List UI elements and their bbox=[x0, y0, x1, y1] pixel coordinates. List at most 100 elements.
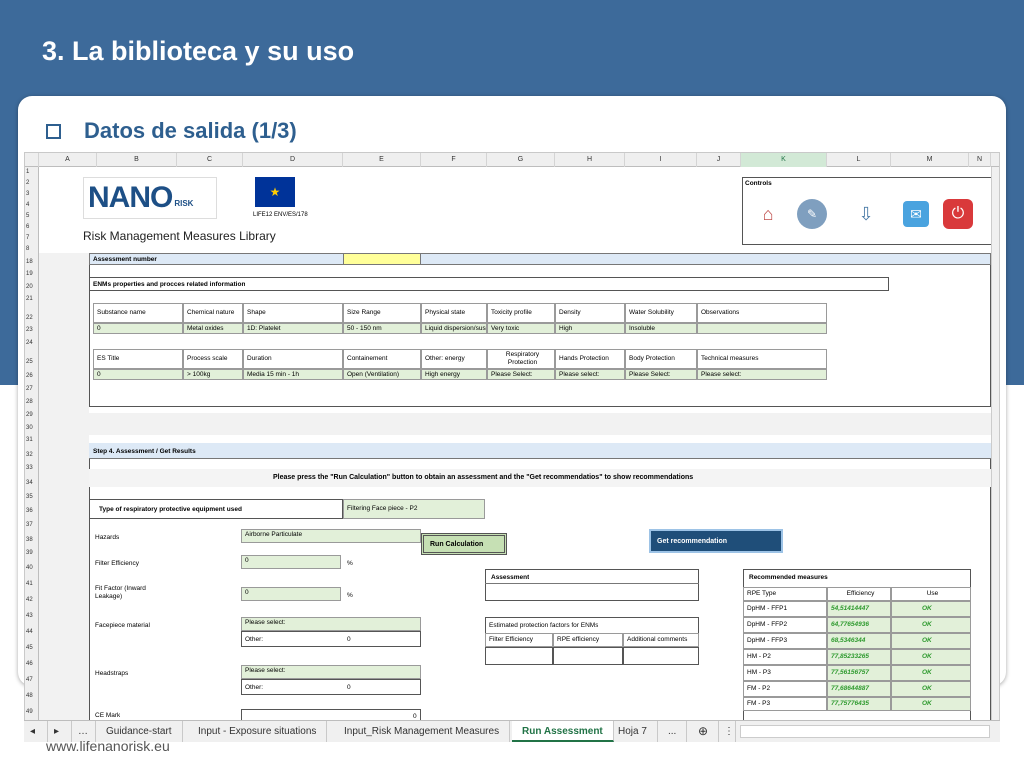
tab-input-exposure[interactable]: Input - Exposure situations bbox=[188, 721, 328, 742]
row-header[interactable]: 26 bbox=[25, 373, 39, 379]
filter-efficiency-input[interactable]: 0 bbox=[241, 555, 341, 569]
tab-hoja-7[interactable]: Hoja 7 bbox=[608, 721, 658, 742]
row-header[interactable]: 20 bbox=[25, 284, 39, 290]
row-header[interactable]: 7 bbox=[25, 235, 39, 241]
row-header[interactable]: 3 bbox=[25, 191, 39, 197]
vertical-scrollbar[interactable] bbox=[991, 167, 999, 739]
table2-cell[interactable]: Media 15 min - 1h bbox=[243, 369, 343, 380]
table2-cell[interactable]: > 100kg bbox=[183, 369, 243, 380]
table1-cell[interactable] bbox=[697, 323, 827, 334]
tab-input-rmm[interactable]: Input_Risk Management Measures bbox=[334, 721, 511, 742]
row-header[interactable]: 30 bbox=[25, 425, 39, 431]
headstraps-other-value[interactable]: 0 bbox=[347, 683, 351, 692]
row-header[interactable]: 41 bbox=[25, 581, 39, 587]
row-header[interactable]: 40 bbox=[25, 565, 39, 571]
row-header[interactable]: 4 bbox=[25, 202, 39, 208]
column-header-a[interactable]: A bbox=[39, 153, 97, 167]
row-header[interactable]: 45 bbox=[25, 645, 39, 651]
spreadsheet[interactable]: A B C D E F G H I J K L M N 1 2 3 4 5 6 … bbox=[24, 152, 1000, 740]
headstraps-select[interactable]: Please select: bbox=[241, 665, 421, 679]
row-header[interactable]: 35 bbox=[25, 494, 39, 500]
row-header[interactable]: 2 bbox=[25, 180, 39, 186]
column-header-m[interactable]: M bbox=[891, 153, 969, 167]
row-header[interactable]: 21 bbox=[25, 296, 39, 302]
respiratory-select[interactable]: Filtering Face piece - P2 bbox=[343, 499, 485, 519]
table2-cell[interactable]: Please select: bbox=[555, 369, 625, 380]
row-header[interactable]: 42 bbox=[25, 597, 39, 603]
table1-cell[interactable]: Metal oxides bbox=[183, 323, 243, 334]
table2-cell[interactable]: Please select: bbox=[697, 369, 827, 380]
get-recommendation-button[interactable]: Get recommendation bbox=[649, 529, 783, 553]
row-header[interactable]: 33 bbox=[25, 465, 39, 471]
row-header[interactable]: 43 bbox=[25, 613, 39, 619]
row-header[interactable]: 49 bbox=[25, 709, 39, 715]
column-header-b[interactable]: B bbox=[97, 153, 177, 167]
fit-factor-input[interactable]: 0 bbox=[241, 587, 341, 601]
row-header[interactable]: 47 bbox=[25, 677, 39, 683]
column-header-e[interactable]: E bbox=[343, 153, 421, 167]
table2-cell[interactable]: Please Select: bbox=[625, 369, 697, 380]
horizontal-scrollbar[interactable] bbox=[740, 725, 990, 738]
column-header-d[interactable]: D bbox=[243, 153, 343, 167]
facepiece-other-value[interactable]: 0 bbox=[347, 635, 351, 644]
facepiece-select[interactable]: Please select: bbox=[241, 617, 421, 631]
table2-cell[interactable]: High energy bbox=[421, 369, 487, 380]
table1-cell[interactable]: 50 - 150 nm bbox=[343, 323, 421, 334]
row-header[interactable]: 27 bbox=[25, 386, 39, 392]
row-header[interactable]: 24 bbox=[25, 340, 39, 346]
tutorial-icon[interactable]: ✎ bbox=[797, 199, 827, 229]
row-header[interactable]: 8 bbox=[25, 246, 39, 252]
home-icon[interactable]: ⌂ bbox=[753, 199, 783, 229]
row-header[interactable]: 5 bbox=[25, 213, 39, 219]
row-header[interactable]: 39 bbox=[25, 550, 39, 556]
column-header-k[interactable]: K bbox=[741, 153, 827, 167]
row-header[interactable]: 38 bbox=[25, 537, 39, 543]
tab-run-assessment[interactable]: Run Assessment bbox=[512, 721, 614, 742]
column-header-l[interactable]: L bbox=[827, 153, 891, 167]
row-header[interactable]: 22 bbox=[25, 315, 39, 321]
column-header-g[interactable]: G bbox=[487, 153, 555, 167]
row-header[interactable]: 32 bbox=[25, 452, 39, 458]
column-header-n[interactable]: N bbox=[969, 153, 991, 167]
row-header[interactable]: 18 bbox=[25, 259, 39, 265]
table1-cell[interactable]: High bbox=[555, 323, 625, 334]
table1-cell[interactable]: 0 bbox=[93, 323, 183, 334]
row-header[interactable]: 48 bbox=[25, 693, 39, 699]
table2-cell[interactable]: Please Select: bbox=[487, 369, 555, 380]
run-calculation-button[interactable]: Run Calculation bbox=[421, 533, 507, 555]
table1-cell[interactable]: Insoluble bbox=[625, 323, 697, 334]
column-header-f[interactable]: F bbox=[421, 153, 487, 167]
row-header[interactable]: 37 bbox=[25, 522, 39, 528]
select-all-corner[interactable] bbox=[25, 153, 39, 167]
download-icon[interactable]: ⇩ bbox=[851, 199, 881, 229]
row-header[interactable]: 23 bbox=[25, 327, 39, 333]
row-header[interactable]: 6 bbox=[25, 224, 39, 230]
column-header-c[interactable]: C bbox=[177, 153, 243, 167]
email-icon[interactable]: ✉ bbox=[903, 201, 929, 227]
table2-cell[interactable]: 0 bbox=[93, 369, 183, 380]
column-header-h[interactable]: H bbox=[555, 153, 625, 167]
table1-cell[interactable]: Liquid dispersion/susp. bbox=[421, 323, 487, 334]
table2-cell[interactable]: Open (Ventilation) bbox=[343, 369, 421, 380]
power-icon[interactable]: ⏻ bbox=[943, 199, 973, 229]
hazards-select[interactable]: Airborne Particulate bbox=[241, 529, 421, 543]
table1-cell[interactable]: Very toxic bbox=[487, 323, 555, 334]
row-header[interactable]: 28 bbox=[25, 399, 39, 405]
tab-more-right[interactable]: ... bbox=[658, 721, 688, 742]
column-header-j[interactable]: J bbox=[697, 153, 741, 167]
row-header[interactable]: 31 bbox=[25, 437, 39, 443]
row-header[interactable]: 44 bbox=[25, 629, 39, 635]
tab-split-handle[interactable]: ⋮ bbox=[720, 721, 736, 742]
add-sheet-icon[interactable]: ⊕ bbox=[688, 721, 720, 742]
row-header[interactable]: 19 bbox=[25, 271, 39, 277]
row-header[interactable]: 46 bbox=[25, 661, 39, 667]
row-header[interactable]: 36 bbox=[25, 508, 39, 514]
row-header[interactable]: 25 bbox=[25, 359, 39, 365]
assessment-number-input[interactable] bbox=[343, 253, 421, 265]
row-header[interactable]: 34 bbox=[25, 480, 39, 486]
column-header-i[interactable]: I bbox=[625, 153, 697, 167]
row-header[interactable]: 29 bbox=[25, 412, 39, 418]
table1-cell[interactable]: 1D: Platelet bbox=[243, 323, 343, 334]
tab-scroll-left-icon[interactable]: ◂ bbox=[24, 721, 48, 742]
row-header[interactable]: 1 bbox=[25, 169, 39, 175]
